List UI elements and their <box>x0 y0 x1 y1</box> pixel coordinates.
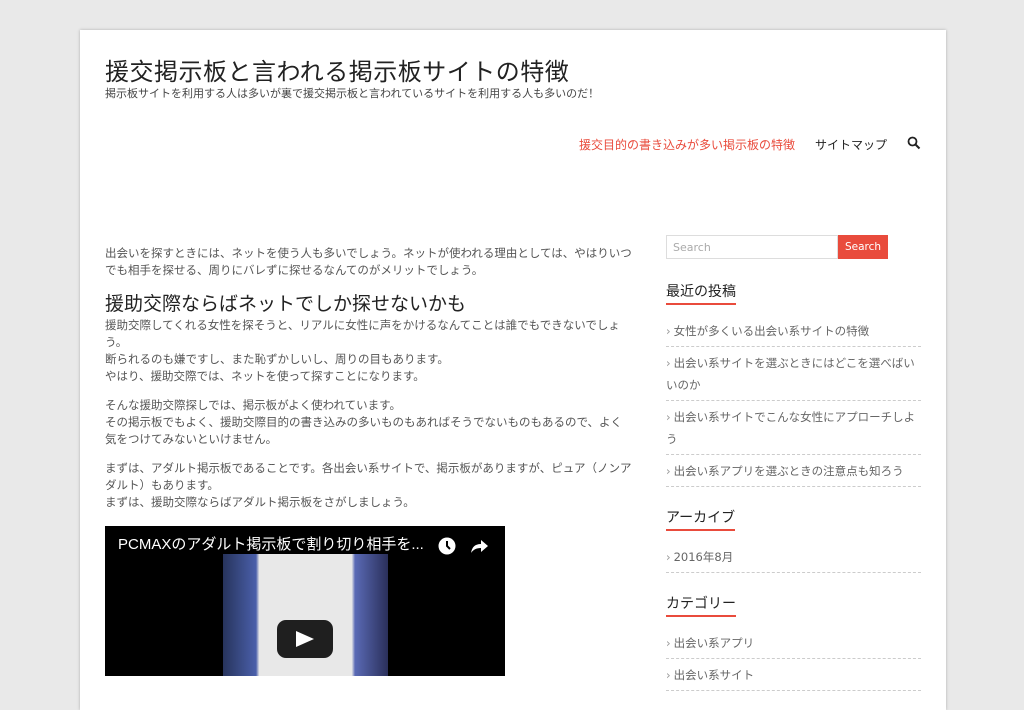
archive-widget: アーカイブ › 2016年8月 <box>666 507 921 573</box>
paragraph: まずは、アダルト掲示板であることです。各出会い系サイトで、掲示板がありますが、ピ… <box>105 460 633 511</box>
nav-item-sitemap[interactable]: サイトマップ <box>815 136 887 153</box>
recent-posts-list: › 女性が多くいる出会い系サイトの特徴 › 出会い系サイトを選ぶときにはどこを選べば… <box>666 315 921 487</box>
category-item[interactable]: › 出会い系サイト <box>666 659 921 691</box>
recent-post-link[interactable]: 出会い系サイトでこんな女性にアプローチしよう <box>666 410 915 446</box>
search-button[interactable]: Search <box>838 235 888 259</box>
nav-item-features[interactable]: 援交目的の書き込みが多い掲示板の特徴 <box>579 136 795 153</box>
categories-list: › 出会い系アプリ › 出会い系サイト <box>666 627 921 691</box>
sidebar: Search 最近の投稿 ›女性が多くいる出会い系サイトの特徴 ›出会い系サイト… <box>666 235 921 691</box>
categories-widget: カテゴリー › 出会い系アプリ › 出会い系サイト <box>666 593 921 691</box>
paragraph-line: 援助交際してくれる女性を探そうと、リアルに女性に声をかけるなんてことは誰でもでき… <box>105 318 620 349</box>
category-item[interactable]: › 出会い系アプリ <box>666 627 921 659</box>
chevron-right-icon: › <box>666 410 671 424</box>
recent-post-item[interactable]: › 出会い系アプリを選ぶときの注意点も知ろう <box>666 455 921 487</box>
paragraph: そんな援助交際探しでは、掲示板がよく使われています。 その掲示板でもよく、援助交… <box>105 397 633 448</box>
chevron-right-icon: › <box>666 636 671 650</box>
recent-post-link[interactable]: 出会い系アプリを選ぶときの注意点も知ろう <box>674 464 904 478</box>
widget-title: 最近の投稿 <box>666 281 736 305</box>
main-content: 出会いを探すときには、ネットを使う人も多いでしょう。ネットが使われる理由としては… <box>105 245 633 676</box>
paragraph: 援助交際してくれる女性を探そうと、リアルに女性に声をかけるなんてことは誰でもでき… <box>105 317 633 385</box>
video-title[interactable]: PCMAXのアダルト掲示板で割り切り相手を... <box>118 536 424 553</box>
search-icon[interactable] <box>907 136 921 153</box>
play-button[interactable] <box>277 620 333 658</box>
paragraph-line: その掲示板でもよく、援助交際目的の書き込みの多いものもあればそうでないものもある… <box>105 415 623 446</box>
paragraph-line: まずは、援助交際ならばアダルト掲示板をさがしましょう。 <box>105 495 415 509</box>
page-container: 援交掲示板と言われる掲示板サイトの特徴 掲示板サイトを利用する人は多いが裏で援交… <box>80 30 946 710</box>
recent-post-item[interactable]: › 出会い系サイトでこんな女性にアプローチしよう <box>666 401 921 455</box>
intro-paragraph: 出会いを探すときには、ネットを使う人も多いでしょう。ネットが使われる理由としては… <box>105 246 632 277</box>
search-input[interactable] <box>666 235 838 259</box>
recent-posts-widget: 最近の投稿 › 女性が多くいる出会い系サイトの特徴 › 出会い系サイトを選ぶときには… <box>666 281 921 487</box>
paragraph-line: やはり、援助交際では、ネットを使って探すことになります。 <box>105 369 425 383</box>
chevron-right-icon: › <box>666 356 671 370</box>
chevron-right-icon: › <box>666 550 671 564</box>
recent-post-link[interactable]: 女性が多くいる出会い系サイトの特徴 <box>674 324 870 338</box>
archive-item[interactable]: › 2016年8月 <box>666 541 921 573</box>
category-link[interactable]: 出会い系サイト <box>674 668 755 682</box>
paragraph-line: そんな援助交際探しでは、掲示板がよく使われています。 <box>105 398 402 412</box>
chevron-right-icon: › <box>666 668 671 682</box>
chevron-right-icon: › <box>666 464 671 478</box>
recent-post-item[interactable]: › 女性が多くいる出会い系サイトの特徴 <box>666 315 921 347</box>
video-embed[interactable]: PCMAXのアダルト掲示板で割り切り相手を... <box>105 526 505 676</box>
site-title[interactable]: 援交掲示板と言われる掲示板サイトの特徴 <box>105 52 569 87</box>
paragraph-line: 断られるのも嫌ですし、また恥ずかしいし、周りの目もあります。 <box>105 352 449 366</box>
play-icon <box>296 631 314 647</box>
chevron-right-icon: › <box>666 324 671 338</box>
widget-title: アーカイブ <box>666 507 736 531</box>
main-nav: 援交目的の書き込みが多い掲示板の特徴 サイトマップ <box>579 136 921 153</box>
sidebar-search: Search <box>666 235 921 259</box>
article-heading: 援助交際ならばネットでしか探せないかも <box>105 293 467 315</box>
widget-title: カテゴリー <box>666 593 736 617</box>
recent-post-link[interactable]: 出会い系サイトを選ぶときにはどこを選べばいいのか <box>666 356 915 392</box>
category-link[interactable]: 出会い系アプリ <box>674 636 755 650</box>
site-description: 掲示板サイトを利用する人は多いが裏で援交掲示板と言われているサイトを利用する人も… <box>105 87 600 100</box>
paragraph-line: まずは、アダルト掲示板であることです。各出会い系サイトで、掲示板がありますが、ピ… <box>105 461 632 492</box>
archive-list: › 2016年8月 <box>666 541 921 573</box>
archive-link[interactable]: 2016年8月 <box>674 550 734 564</box>
recent-post-item[interactable]: › 出会い系サイトを選ぶときにはどこを選べばいいのか <box>666 347 921 401</box>
